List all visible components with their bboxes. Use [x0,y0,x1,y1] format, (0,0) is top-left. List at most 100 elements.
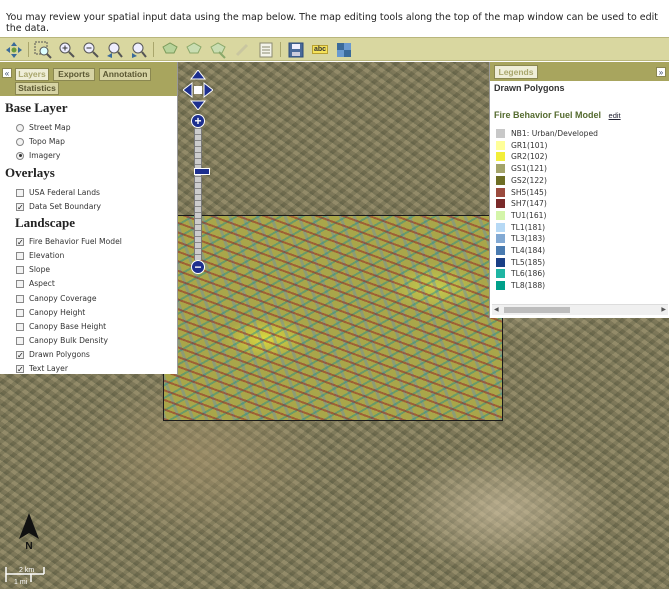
legend-item-label: GR2(102) [511,152,548,162]
scrollbar-thumb[interactable] [504,307,570,313]
label-icon[interactable]: abc [310,40,330,59]
tab-exports[interactable]: Exports [53,68,95,81]
map-toolbar: abc [0,37,669,61]
checkbox-canopy-height[interactable] [16,308,24,317]
checkbox-canopy-base-height[interactable] [16,322,24,331]
base-layer-option-street-map[interactable]: Street Map [16,123,71,132]
intro-text: You may review your spatial input data u… [6,12,659,34]
legends-panel: Legends » Drawn Polygons Fire Behavior F… [489,62,669,318]
legend-item-label: SH5(145) [511,187,547,197]
landscape-option-canopy-coverage[interactable]: Canopy Coverage [16,294,97,303]
landscape-option-fire-behavior-fuel-model[interactable]: ✓ Fire Behavior Fuel Model [16,237,122,246]
delete-polygon-icon[interactable] [208,40,228,59]
north-arrow: N [14,511,44,552]
legend-item: GR2(102) [496,152,548,162]
legend-swatch [496,175,505,185]
zoom-slider-track[interactable] [194,128,210,260]
legend-item-label: GR1(101) [511,140,548,150]
pan-control[interactable] [182,69,214,111]
overlay-option-usa-federal-lands[interactable]: USA Federal Lands [16,188,100,197]
base-layer-heading: Base Layer [5,100,68,115]
north-label: N [25,541,32,551]
zoom-extent-icon[interactable] [33,40,53,59]
zoom-slider[interactable]: + − [191,114,210,274]
tab-layers[interactable]: Layers [15,68,49,81]
layers-icon[interactable] [334,40,354,59]
legend-item-label: SH7(147) [511,199,547,209]
radio-topo-map[interactable] [16,137,24,146]
legend-item: TL5(185) [496,257,545,267]
checkbox-canopy-bulk-density[interactable] [16,336,24,345]
option-label: Text Layer [29,364,68,373]
option-label: Imagery [29,151,61,160]
option-label: Aspect [29,279,55,288]
legend-item: NB1: Urban/Developed [496,129,598,138]
option-label: Street Map [29,123,71,132]
zoom-previous-icon[interactable] [105,40,125,59]
legend-item: GS1(121) [496,164,547,174]
pencil-icon[interactable] [232,40,252,59]
base-layer-option-topo-map[interactable]: Topo Map [16,137,65,146]
data-set-boundary [163,215,503,421]
collapse-panel-button[interactable]: « [2,68,12,78]
attribute-table-icon[interactable] [256,40,276,59]
overlay-option-data-set-boundary[interactable]: ✓ Data Set Boundary [16,202,101,211]
tab-annotation[interactable]: Annotation [99,68,151,81]
landscape-option-drawn-polygons[interactable]: ✓ Drawn Polygons [16,350,90,359]
landscape-option-canopy-bulk-density[interactable]: Canopy Bulk Density [16,336,108,345]
checkbox-canopy-coverage[interactable] [16,294,24,303]
zoom-slider-plus-button[interactable]: + [191,114,205,128]
checkbox-data-set-boundary[interactable]: ✓ [16,202,24,211]
legend-swatch [496,210,505,220]
layers-panel: « Layers Exports Annotation Statistics B… [0,62,178,374]
zoom-in-icon[interactable] [57,40,77,59]
legend-swatch [496,281,505,291]
checkbox-slope[interactable] [16,265,24,274]
draw-polygon-icon[interactable] [160,40,180,59]
radio-imagery[interactable] [16,151,24,160]
legend-layer-title: Drawn Polygons [494,83,565,93]
option-label: Fire Behavior Fuel Model [29,237,122,246]
zoom-out-icon[interactable] [81,40,101,59]
base-layer-option-imagery[interactable]: Imagery [16,151,60,160]
legend-item-label: TL4(184) [511,246,546,255]
layers-tab-bar: « Layers Exports Annotation Statistics [0,62,177,96]
tab-statistics[interactable]: Statistics [15,82,59,95]
legend-subtitle: Fire Behavior Fuel Model edit [494,110,621,120]
edit-polygon-icon[interactable] [184,40,204,59]
scroll-right-icon[interactable]: ▶ [661,306,666,313]
zoom-slider-thumb[interactable] [194,168,210,175]
landscape-option-elevation[interactable]: Elevation [16,251,64,260]
legends-tab-bar: Legends » [490,62,669,81]
zoom-next-icon[interactable] [129,40,149,59]
landscape-option-aspect[interactable]: Aspect [16,279,55,288]
page: You may review your spatial input data u… [0,0,669,589]
checkbox-usa-federal-lands[interactable] [16,188,24,197]
checkbox-aspect[interactable] [16,279,24,288]
legend-swatch [496,164,505,174]
legend-item-label: NB1: Urban/Developed [511,129,598,138]
legend-horizontal-scrollbar[interactable]: ◀ ▶ [492,304,668,315]
legend-swatch [496,234,505,244]
zoom-slider-minus-button[interactable]: − [191,260,205,274]
pan-icon[interactable] [4,40,24,59]
checkbox-text-layer[interactable]: ✓ [16,364,24,373]
save-icon[interactable] [286,40,306,59]
landscape-option-text-layer[interactable]: ✓ Text Layer [16,364,68,373]
radio-street-map[interactable] [16,123,24,132]
collapse-legend-button[interactable]: » [656,67,666,77]
landscape-option-canopy-height[interactable]: Canopy Height [16,308,85,317]
legend-item: TL8(188) [496,281,545,291]
legend-swatch [496,246,505,255]
legend-item: GR1(101) [496,140,548,150]
legend-edit-link[interactable]: edit [609,111,621,120]
checkbox-drawn-polygons[interactable]: ✓ [16,350,24,359]
checkbox-elevation[interactable] [16,251,24,260]
checkbox-fire-behavior-fuel-model[interactable]: ✓ [16,237,24,246]
landscape-option-slope[interactable]: Slope [16,265,50,274]
legend-item: TL4(184) [496,246,545,255]
landscape-option-canopy-base-height[interactable]: Canopy Base Height [16,322,106,331]
tab-legends[interactable]: Legends [494,65,538,79]
scroll-left-icon[interactable]: ◀ [494,306,499,313]
option-label: Topo Map [29,137,65,146]
